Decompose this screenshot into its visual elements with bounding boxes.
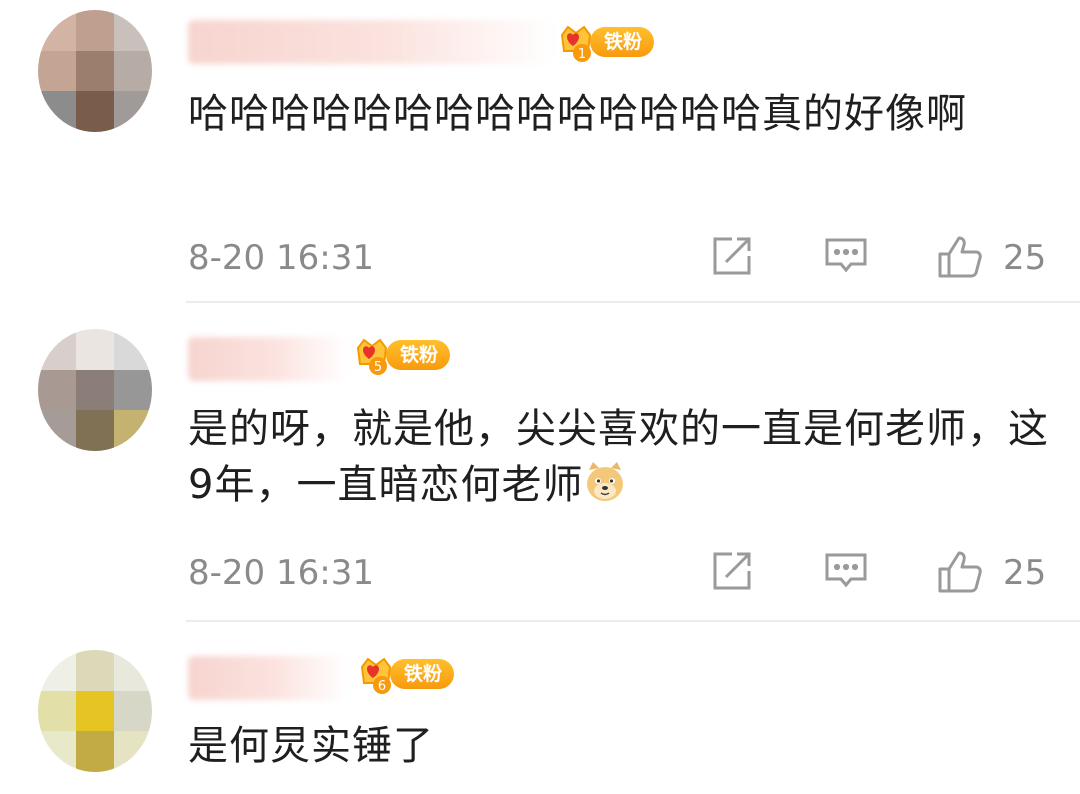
fan-badge[interactable]: 5 铁粉 — [352, 334, 451, 376]
badge-label: 铁粉 — [386, 340, 451, 370]
comment-text: 哈哈哈哈哈哈哈哈哈哈哈哈哈哈真的好像啊 — [188, 91, 967, 137]
badge-label: 铁粉 — [390, 659, 455, 689]
like-count: 25 — [1003, 553, 1047, 593]
comment-icon[interactable] — [824, 234, 868, 278]
comment-item: 1 铁粉 哈哈哈哈哈哈哈哈哈哈哈哈哈哈真的好像啊 8-20 16:31 25 — [0, 0, 1080, 300]
svg-text:6: 6 — [378, 679, 386, 694]
comment-meta: 8-20 16:31 25 — [0, 549, 1080, 599]
comment-icon[interactable] — [824, 549, 868, 593]
comment-item: 5 铁粉 是的呀，就是他，尖尖喜欢的一直是何老师，这9年，一直暗恋何老师 8-2… — [0, 303, 1080, 621]
like-icon[interactable] — [937, 549, 982, 593]
comment-item: 6 铁粉 是何炅实锤了 — [0, 622, 1080, 794]
username-blurred[interactable] — [188, 337, 348, 381]
like-icon[interactable] — [937, 234, 982, 278]
repost-icon[interactable] — [710, 234, 754, 278]
badge-label: 铁粉 — [590, 27, 655, 57]
username-blurred[interactable] — [188, 656, 348, 700]
doge-emoji — [583, 460, 627, 504]
svg-text:1: 1 — [578, 47, 586, 62]
repost-icon[interactable] — [710, 549, 754, 593]
avatar[interactable] — [38, 10, 152, 132]
like-count: 25 — [1003, 238, 1047, 278]
avatar[interactable] — [38, 650, 152, 772]
comment-text: 是的呀，就是他，尖尖喜欢的一直是何老师，这9年，一直暗恋何老师 — [188, 401, 1058, 513]
comment-time: 8-20 16:31 — [188, 238, 374, 278]
svg-text:5: 5 — [374, 360, 382, 375]
comment-text: 是何炅实锤了 — [188, 723, 434, 769]
fan-badge[interactable]: 6 铁粉 — [356, 653, 455, 695]
fan-badge[interactable]: 1 铁粉 — [556, 21, 655, 63]
crown-icon: 1 — [556, 21, 596, 63]
username-blurred[interactable] — [188, 20, 558, 64]
comment-time: 8-20 16:31 — [188, 553, 374, 593]
crown-icon: 6 — [356, 653, 396, 695]
comment-meta: 8-20 16:31 25 — [0, 234, 1080, 284]
crown-icon: 5 — [352, 334, 392, 376]
avatar[interactable] — [38, 329, 152, 451]
